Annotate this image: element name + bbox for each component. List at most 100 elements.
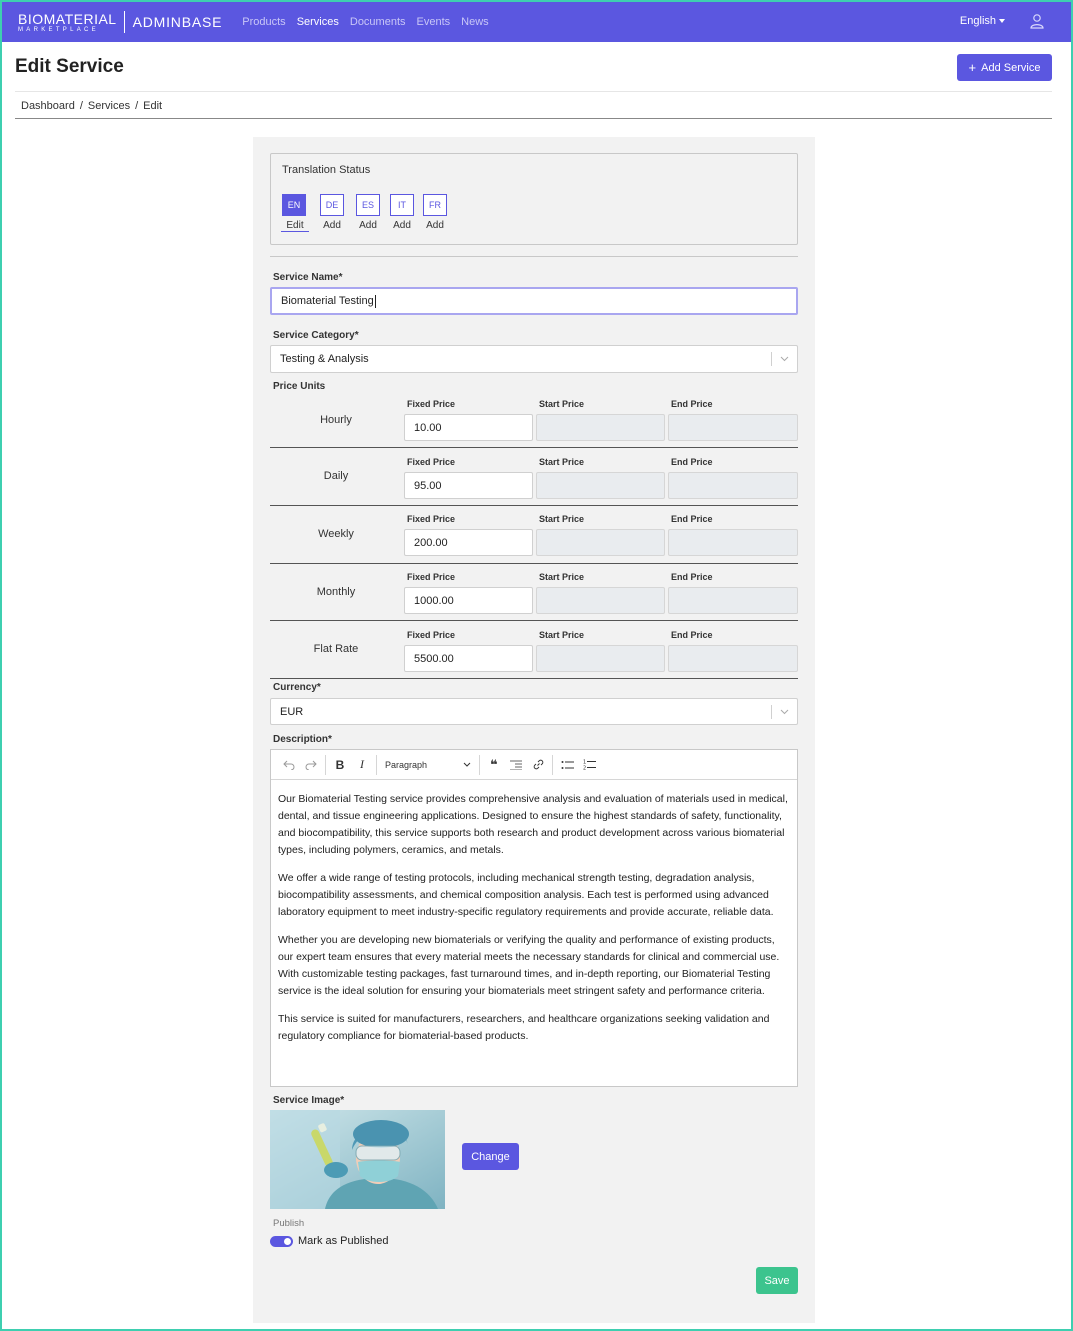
start-price-input-daily[interactable] [536,472,665,499]
publish-toggle-label[interactable]: Mark as Published [298,1235,389,1247]
end-price-input-flat-rate[interactable] [668,645,798,672]
end-price-label: End Price [671,399,713,409]
lang-badge-de[interactable]: DE [320,194,344,216]
end-price-input-weekly[interactable] [668,529,798,556]
publish-label: Publish [273,1218,305,1229]
toolbar-divider [376,754,377,775]
service-name-label: Service Name* [273,272,343,283]
lang-badge-it[interactable]: IT [390,194,414,216]
brand-name: BIOMATERIAL [18,10,117,27]
price-row-hourly: Fixed Price Start Price End Price Hourly… [270,390,798,448]
price-row-monthly: Fixed Price Start Price End Price Monthl… [270,563,798,621]
user-icon[interactable] [1029,13,1045,29]
blockquote-icon[interactable]: ❝ [483,754,505,776]
brand-logo[interactable]: BIOMATERIAL MARKETPLACE ADMINBASE [18,11,222,33]
lang-action-it[interactable]: Add [388,220,416,231]
fixed-price-input-hourly[interactable]: 10.00 [404,414,533,441]
end-price-input-hourly[interactable] [668,414,798,441]
fixed-price-label: Fixed Price [407,514,456,524]
toolbar-divider [552,754,553,775]
fixed-price-input-daily[interactable]: 95.00 [404,472,533,499]
fixed-price-label: Fixed Price [407,399,456,409]
lang-badge-en[interactable]: EN [282,194,306,216]
publish-toggle[interactable] [270,1236,293,1247]
service-image-thumbnail [270,1110,445,1209]
save-button[interactable]: Save [756,1267,798,1294]
numbered-list-icon[interactable]: 12 [578,754,600,776]
indent-icon[interactable] [505,754,527,776]
service-category-value: Testing & Analysis [280,353,369,365]
redo-icon[interactable] [300,754,322,776]
price-unit-monthly: Monthly [316,586,356,598]
fixed-price-value-hourly: 10.00 [414,421,442,434]
paragraph-style-dropdown[interactable]: Paragraph [380,754,476,776]
currency-select[interactable]: EUR [270,698,798,725]
start-price-input-hourly[interactable] [536,414,665,441]
end-price-input-monthly[interactable] [668,587,798,614]
fixed-price-value-monthly: 1000.00 [414,594,454,607]
add-service-button[interactable]: + Add Service [957,54,1052,81]
change-image-button[interactable]: Change [462,1143,519,1170]
service-name-input[interactable]: Biomaterial Testing [270,287,798,315]
price-row-weekly: Fixed Price Start Price End Price Weekly… [270,505,798,563]
fixed-price-input-monthly[interactable]: 1000.00 [404,587,533,614]
brand-biomaterial: BIOMATERIAL MARKETPLACE [18,12,117,33]
nav-item-news[interactable]: News [461,16,489,28]
price-unit-weekly: Weekly [318,528,354,540]
description-paragraph: This service is suited for manufacturers… [278,1013,770,1042]
chevron-down-icon [771,352,797,366]
fixed-price-input-weekly[interactable]: 200.00 [404,529,533,556]
price-row-daily: Fixed Price Start Price End Price Daily … [270,447,798,505]
editor-content[interactable]: Our Biomaterial Testing service provides… [271,780,797,1045]
price-unit-daily: Daily [323,470,349,482]
lang-action-de[interactable]: Add [318,220,346,231]
description-editor[interactable]: B I Paragraph ❝ 12 Our Biomaterial Testi… [270,749,798,1087]
brand-sub: MARKETPLACE [18,26,99,33]
start-price-label: Start Price [539,399,585,409]
lang-action-fr[interactable]: Add [421,220,449,231]
service-category-select[interactable]: Testing & Analysis [270,345,798,373]
plus-icon: + [968,60,977,75]
toolbar-divider [325,754,326,775]
nav-item-events[interactable]: Events [417,16,451,28]
language-dropdown[interactable]: English [960,15,1005,27]
header-divider [15,91,1052,92]
end-price-input-daily[interactable] [668,472,798,499]
start-price-input-weekly[interactable] [536,529,665,556]
description-paragraph: Our Biomaterial Testing service provides… [278,793,788,856]
translation-status-box: Translation Status EN Edit DE Add ES Add… [270,153,798,245]
section-divider [270,256,798,257]
lang-action-en[interactable]: Edit [281,220,309,232]
description-paragraph: We offer a wide range of testing protoco… [278,872,774,918]
editor-toolbar: B I Paragraph ❝ 12 [271,750,797,780]
service-image-label: Service Image* [273,1095,345,1106]
lang-badge-es[interactable]: ES [356,194,380,216]
breadcrumb-dashboard[interactable]: Dashboard [21,100,75,112]
fixed-price-label: Fixed Price [407,630,456,640]
italic-icon[interactable]: I [351,754,373,776]
nav-item-products[interactable]: Products [242,16,285,28]
end-price-label: End Price [671,514,713,524]
start-price-input-flat-rate[interactable] [536,645,665,672]
lang-action-es[interactable]: Add [354,220,382,231]
start-price-input-monthly[interactable] [536,587,665,614]
currency-label: Currency* [273,682,321,693]
bold-icon[interactable]: B [329,754,351,776]
start-price-label: Start Price [539,630,585,640]
breadcrumb-services[interactable]: Services [88,100,130,112]
fixed-price-label: Fixed Price [407,572,456,582]
bulleted-list-icon[interactable] [556,754,578,776]
main-nav: Products Services Documents Events News [242,16,488,28]
top-navbar: BIOMATERIAL MARKETPLACE ADMINBASE Produc… [2,0,1071,42]
service-category-label: Service Category* [273,330,359,341]
paragraph-style-value: Paragraph [385,759,428,770]
nav-item-services[interactable]: Services [297,16,339,28]
toolbar-divider [479,754,480,775]
lang-badge-fr[interactable]: FR [423,194,447,216]
undo-icon[interactable] [278,754,300,776]
nav-item-documents[interactable]: Documents [350,16,406,28]
fixed-price-value-weekly: 200.00 [414,536,448,549]
breadcrumb-edit: Edit [143,100,163,112]
link-icon[interactable] [527,754,549,776]
fixed-price-input-flat-rate[interactable]: 5500.00 [404,645,533,672]
